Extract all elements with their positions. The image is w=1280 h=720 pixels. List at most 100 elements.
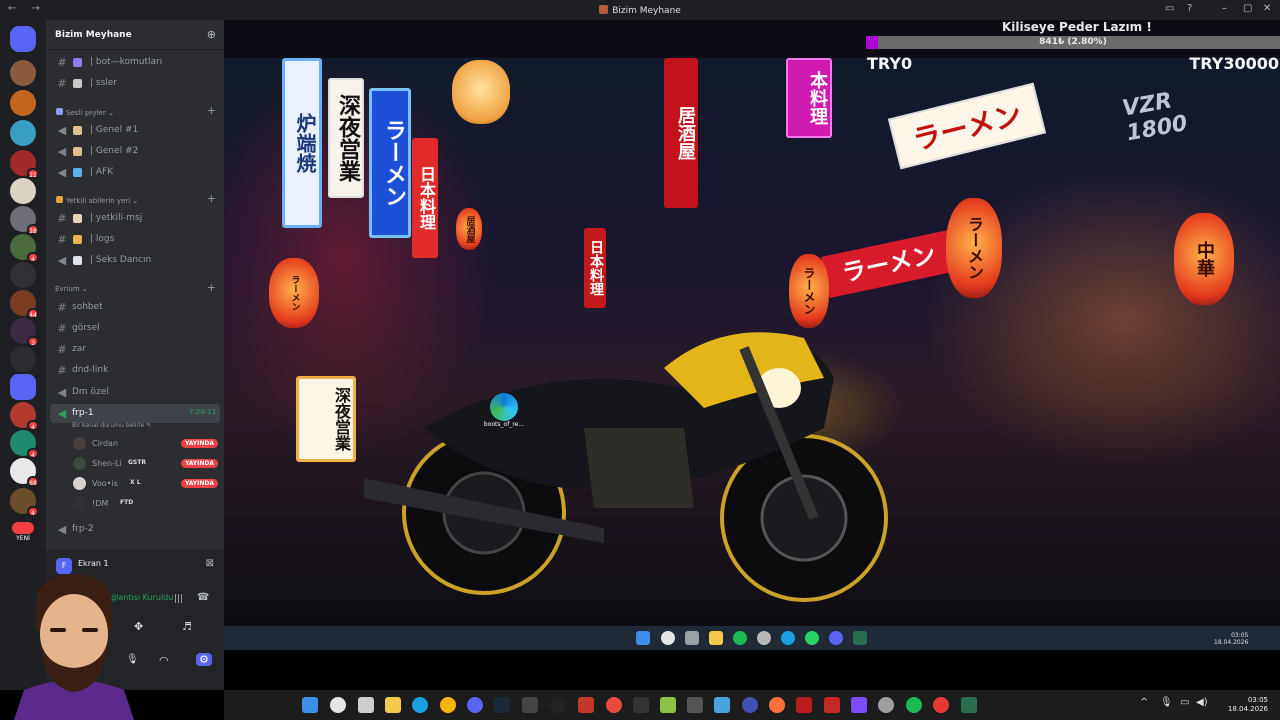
sign-text: ラーメン	[909, 98, 1026, 157]
maximize-icon[interactable]: ▢	[1243, 3, 1252, 14]
inbox-icon[interactable]: ▭	[1165, 3, 1174, 14]
channel-zar[interactable]: # zar	[50, 340, 220, 359]
server-icon[interactable]	[10, 178, 36, 204]
opera-gx-icon[interactable]	[933, 697, 949, 713]
noise-suppression-icon[interactable]: |||	[174, 594, 183, 604]
category-sesli-seyler[interactable]: Sesli şeyler ⌄	[56, 108, 114, 117]
category-evrium[interactable]: Evrium ⌄	[55, 285, 88, 293]
add-channel-icon[interactable]: +	[207, 104, 216, 117]
tray-time: 03:05	[1231, 632, 1249, 639]
app-icon[interactable]	[796, 697, 812, 713]
chrome-icon[interactable]	[440, 697, 456, 713]
server-icon[interactable]: 4	[10, 488, 39, 517]
help-icon[interactable]: ?	[1187, 3, 1192, 14]
task-view-icon[interactable]	[358, 697, 374, 713]
channel-sohbet[interactable]: # sohbet	[50, 298, 220, 317]
soundboard-icon[interactable]: ♬	[182, 620, 192, 633]
app-icon[interactable]	[550, 697, 566, 713]
channel-logs[interactable]: # | logs	[50, 230, 220, 249]
server-icon[interactable]	[10, 90, 36, 116]
photos-icon[interactable]	[714, 697, 730, 713]
channel-bot-komutlari[interactable]: # | bot—komutları	[50, 53, 220, 72]
channel-ssler[interactable]: # | ssler	[50, 74, 220, 93]
voice-channel-seks-dancin[interactable]: ◀ | Seks Dancın	[50, 251, 220, 270]
voice-user[interactable]: Shen-Li GSTR YAYINDA	[70, 455, 220, 473]
voice-user[interactable]: Cirdan YAYINDA	[70, 435, 220, 453]
server-icon[interactable]: 4	[10, 430, 39, 459]
live-badge: YAYINDA	[180, 459, 218, 468]
server-header[interactable]: Bizim Meyhane ⊕	[46, 20, 224, 50]
server-icon[interactable]: 68	[10, 458, 39, 487]
spotify-icon[interactable]	[906, 697, 922, 713]
app-icon[interactable]	[851, 697, 867, 713]
camera-emoji-icon	[73, 79, 82, 88]
edge-icon	[490, 393, 518, 421]
server-icon[interactable]: 4	[10, 234, 39, 263]
voice-channel-genel-1[interactable]: ◀ | Genel #1	[50, 121, 220, 140]
add-channel-icon[interactable]: +	[207, 192, 216, 205]
disconnect-icon[interactable]: ☎	[197, 592, 209, 603]
app-icon[interactable]	[961, 697, 977, 713]
voice-user[interactable]: !DM FTD	[70, 495, 220, 513]
app-icon[interactable]	[824, 697, 840, 713]
new-servers-button[interactable]: YENİ	[8, 522, 38, 544]
channel-gorsel[interactable]: # görsel	[50, 319, 220, 338]
channel-status[interactable]: Bir kanal durumu belirle ✎	[72, 422, 151, 429]
server-icon[interactable]: 21	[10, 150, 39, 179]
server-icon[interactable]: 4	[10, 402, 39, 431]
server-icon[interactable]: 3	[10, 318, 39, 347]
firefox-icon[interactable]	[769, 697, 785, 713]
category-yetkili[interactable]: Yetkili abilerin yeri ⌄	[56, 196, 138, 205]
network-icon[interactable]: ▭	[1180, 697, 1189, 708]
server-icon[interactable]	[10, 60, 36, 86]
voice-channel-frp-2[interactable]: ◀ frp-2	[50, 520, 220, 539]
app-icon[interactable]	[633, 697, 649, 713]
voice-channel-frp-1[interactable]: ◀ frp-1 7:24:13	[50, 404, 220, 423]
windows-start-icon[interactable]	[302, 697, 318, 713]
voice-channel-afk[interactable]: ◀ | AFK	[50, 163, 220, 182]
voice-channel-dm-ozel[interactable]: ◀ Dm özel	[50, 383, 220, 402]
speech-emoji-icon	[73, 256, 82, 265]
server-icon[interactable]: 44	[10, 290, 39, 319]
activities-icon[interactable]: ✥	[134, 620, 143, 633]
app-icon[interactable]	[687, 697, 703, 713]
app-icon[interactable]	[878, 697, 894, 713]
channel-yetkili-msj[interactable]: # | yetkili-msj	[50, 209, 220, 228]
new-pill	[12, 522, 34, 534]
server-icon[interactable]: 28	[10, 206, 39, 235]
channel-dnd-link[interactable]: # dnd-link	[50, 361, 220, 380]
app-icon[interactable]	[742, 697, 758, 713]
voice-user[interactable]: Voo•is X L YAYINDA	[70, 475, 220, 493]
stop-stream-icon[interactable]: ⊠	[206, 558, 214, 569]
minimize-icon[interactable]: –	[1222, 3, 1227, 14]
server-icon[interactable]	[10, 120, 36, 146]
show-hidden-icons[interactable]: ^	[1140, 697, 1148, 708]
app-icon[interactable]	[660, 697, 676, 713]
steam-icon[interactable]	[494, 697, 510, 713]
close-icon[interactable]: ✕	[1263, 3, 1271, 14]
app-icon[interactable]	[522, 697, 538, 713]
server-icon[interactable]	[10, 374, 36, 400]
add-channel-icon[interactable]: +	[207, 281, 216, 294]
microphone-icon[interactable]: 🎙	[1160, 697, 1173, 708]
settings-gear-icon[interactable]: ⚙	[196, 653, 212, 666]
volume-icon[interactable]: ◀)	[1196, 697, 1208, 708]
app-icon[interactable]	[578, 697, 594, 713]
headphones-icon[interactable]: ◠	[159, 654, 169, 667]
unread-badge: 4	[27, 252, 39, 263]
opera-icon[interactable]	[606, 697, 622, 713]
stream-view[interactable]: 炉端焼 深夜営業 ラーメン 日本料理 ラーメン 居酒屋 深夜営業 居酒屋 本料理…	[224, 20, 1280, 650]
system-clock[interactable]: 03:05 18.04.2026	[1228, 696, 1268, 714]
server-folder-icon[interactable]	[10, 346, 36, 372]
edge-icon[interactable]	[412, 697, 428, 713]
voice-channel-genel-2[interactable]: ◀ | Genel #2	[50, 142, 220, 161]
speaker-icon: ◀	[57, 254, 67, 267]
invite-icon[interactable]: ⊕	[207, 28, 216, 41]
file-explorer-icon[interactable]	[385, 697, 401, 713]
discord-home-icon[interactable]	[10, 26, 36, 52]
unread-badge: 28	[27, 224, 39, 235]
search-icon[interactable]	[330, 697, 346, 713]
server-icon[interactable]	[10, 262, 36, 288]
desktop-shortcut[interactable]: boots_of_re...	[474, 393, 534, 428]
discord-icon[interactable]	[467, 697, 483, 713]
